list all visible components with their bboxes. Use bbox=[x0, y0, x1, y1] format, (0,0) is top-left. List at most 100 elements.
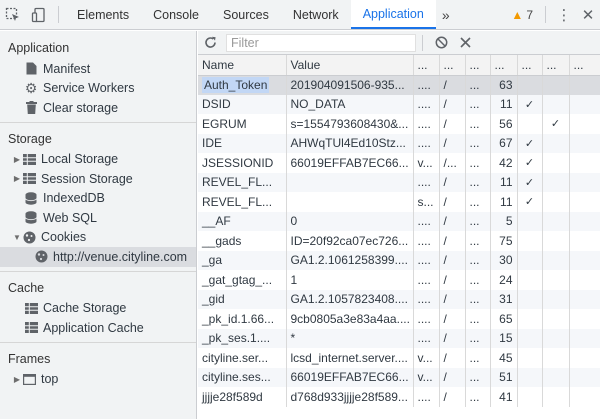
close-devtools-icon[interactable]: ✕ bbox=[576, 0, 600, 29]
tab-console[interactable]: Console bbox=[141, 0, 211, 29]
cell-name: EGRUM bbox=[198, 114, 287, 134]
cell-size: 56 bbox=[490, 114, 518, 134]
cell-domain: .... bbox=[413, 270, 440, 290]
column-header-name[interactable]: Name bbox=[198, 55, 287, 76]
cell-size: 24 bbox=[490, 270, 518, 290]
column-header-domain[interactable]: ... bbox=[413, 55, 440, 76]
cell-path: / bbox=[439, 250, 466, 270]
table-row[interactable]: _ga GA1.2.1061258399........ /... 30 bbox=[198, 250, 600, 270]
cell-domain: .... bbox=[413, 328, 440, 348]
sidebar-item-application-cache[interactable]: Application Cache bbox=[0, 318, 196, 338]
cell-httponly bbox=[517, 270, 543, 290]
cell-samesite bbox=[569, 192, 600, 212]
expand-arrow-icon[interactable]: ▶ bbox=[12, 375, 22, 384]
sidebar-item-clear-storage[interactable]: Clear storage bbox=[0, 98, 196, 118]
table-row[interactable]: REVEL_FL....... /... 11 ✓ bbox=[198, 172, 600, 192]
device-toolbar-icon[interactable] bbox=[26, 0, 52, 29]
cell-httponly bbox=[517, 367, 543, 387]
kebab-menu-icon[interactable]: ⋮ bbox=[552, 0, 576, 29]
table-row[interactable]: Auth_Token 201904091506-935....... /... 63 bbox=[198, 75, 600, 95]
column-header-samesite[interactable]: ... bbox=[569, 55, 600, 76]
cell-samesite bbox=[569, 94, 600, 114]
cell-samesite bbox=[569, 114, 600, 134]
table-row[interactable]: REVEL_FL... s... /... 11 ✓ bbox=[198, 192, 600, 212]
table-row[interactable]: _gat_gtag_... 1.... /... 24 bbox=[198, 270, 600, 290]
cell-secure bbox=[542, 211, 570, 231]
cell-domain: .... bbox=[413, 75, 440, 95]
cell-name: REVEL_FL... bbox=[198, 172, 287, 192]
cell-path: / bbox=[439, 309, 466, 329]
cell-value: d768d933jjjje28f589... bbox=[286, 387, 414, 407]
column-header-expires[interactable]: ... bbox=[465, 55, 491, 76]
expand-arrow-icon[interactable]: ▶ bbox=[12, 155, 22, 164]
clear-all-icon[interactable] bbox=[429, 36, 453, 49]
expand-arrow-icon[interactable]: ▶ bbox=[12, 174, 22, 183]
cell-path: / bbox=[439, 270, 466, 290]
table-row[interactable]: jjjje28f589d d768d933jjjje28f589....... /.… bbox=[198, 387, 600, 407]
table-row[interactable]: _gid GA1.2.1057823408........ /... 31 bbox=[198, 289, 600, 309]
inspect-element-icon[interactable] bbox=[0, 0, 26, 29]
cell-expires: ... bbox=[465, 153, 491, 173]
table-row[interactable]: JSESSIONID 66019EFFAB7EC66... v.../...... 4… bbox=[198, 153, 600, 173]
cell-domain: .... bbox=[413, 250, 440, 270]
cell-expires: ... bbox=[465, 231, 491, 251]
column-header-secure[interactable]: ... bbox=[542, 55, 570, 76]
column-header-httponly[interactable]: ... bbox=[517, 55, 543, 76]
column-header-size[interactable]: ... bbox=[490, 55, 518, 76]
warnings-counter[interactable]: ▲ 7 bbox=[505, 0, 539, 29]
sidebar-item-cookie-origin[interactable]: http://venue.cityline.com bbox=[0, 247, 196, 267]
cell-name: _pk_ses.1.... bbox=[198, 328, 287, 348]
cell-size: 45 bbox=[490, 348, 518, 368]
sidebar-item-session-storage[interactable]: ▶ Session Storage bbox=[0, 169, 196, 189]
cell-httponly bbox=[517, 309, 543, 329]
tab-sources[interactable]: Sources bbox=[211, 0, 281, 29]
table-row[interactable]: _pk_ses.1.... *.... /... 15 bbox=[198, 328, 600, 348]
sidebar-item-local-storage[interactable]: ▶ Local Storage bbox=[0, 150, 196, 170]
cell-domain: .... bbox=[413, 211, 440, 231]
cell-secure bbox=[542, 94, 570, 114]
cell-httponly bbox=[517, 231, 543, 251]
cell-httponly: ✓ bbox=[517, 172, 543, 192]
cell-name: Auth_Token bbox=[198, 75, 287, 95]
table-row[interactable]: IDE AHWqTUl4Ed10Stz....... /... 67 ✓ bbox=[198, 133, 600, 153]
table-row[interactable]: __AF 0.... /... 5 bbox=[198, 211, 600, 231]
cell-size: 11 bbox=[490, 172, 518, 192]
cell-httponly: ✓ bbox=[517, 133, 543, 153]
sidebar-item-cache-storage[interactable]: Cache Storage bbox=[0, 299, 196, 319]
refresh-icon[interactable] bbox=[198, 36, 222, 49]
cell-path: / bbox=[439, 94, 466, 114]
table-row[interactable]: __gads ID=20f92ca07ec726....... /... 75 bbox=[198, 231, 600, 251]
tab-elements[interactable]: Elements bbox=[65, 0, 141, 29]
more-tabs-chevron-icon[interactable]: » bbox=[436, 0, 456, 29]
cookie-icon bbox=[34, 250, 48, 264]
cell-samesite bbox=[569, 172, 600, 192]
cell-secure bbox=[542, 172, 570, 192]
tab-application[interactable]: Application bbox=[350, 0, 436, 29]
collapse-arrow-icon[interactable]: ▼ bbox=[12, 233, 22, 242]
sidebar-item-web-sql[interactable]: Web SQL bbox=[0, 208, 196, 228]
table-row[interactable]: cityline.ses... 66019EFFAB7EC66... v... /..… bbox=[198, 367, 600, 387]
delete-selected-icon[interactable] bbox=[453, 37, 477, 48]
cell-path: / bbox=[439, 211, 466, 231]
cell-domain: .... bbox=[413, 114, 440, 134]
sidebar-item-label: Service Workers bbox=[43, 81, 135, 96]
table-row[interactable]: EGRUM s=1554793608430&....... /... 56 ✓ bbox=[198, 114, 600, 134]
sidebar-item-indexeddb[interactable]: IndexedDB bbox=[0, 189, 196, 209]
cell-secure bbox=[542, 133, 570, 153]
sidebar-item-manifest[interactable]: Manifest bbox=[0, 59, 196, 79]
cell-httponly: ✓ bbox=[517, 153, 543, 173]
filter-input[interactable] bbox=[226, 33, 416, 52]
tab-network[interactable]: Network bbox=[281, 0, 351, 29]
cell-samesite bbox=[569, 153, 600, 173]
sidebar-item-frame-top[interactable]: ▶ top bbox=[0, 370, 196, 390]
column-header-path[interactable]: ... bbox=[439, 55, 466, 76]
table-row[interactable]: _pk_id.1.66... 9cb0805a3e83a4aa........ /.… bbox=[198, 309, 600, 329]
column-header-value[interactable]: Value bbox=[286, 55, 414, 76]
table-row[interactable]: DSID NO_DATA.... /... 11 ✓ bbox=[198, 94, 600, 114]
cell-path: / bbox=[439, 172, 466, 192]
table-header-row: Name Value ... ... ... ... ... ... ... bbox=[198, 55, 600, 76]
cell-samesite bbox=[569, 250, 600, 270]
sidebar-item-cookies[interactable]: ▼ Cookies bbox=[0, 228, 196, 248]
sidebar-item-service-workers[interactable]: ⚙ Service Workers bbox=[0, 79, 196, 99]
table-row[interactable]: cityline.ser... lcsd_internet.server.... v… bbox=[198, 348, 600, 368]
